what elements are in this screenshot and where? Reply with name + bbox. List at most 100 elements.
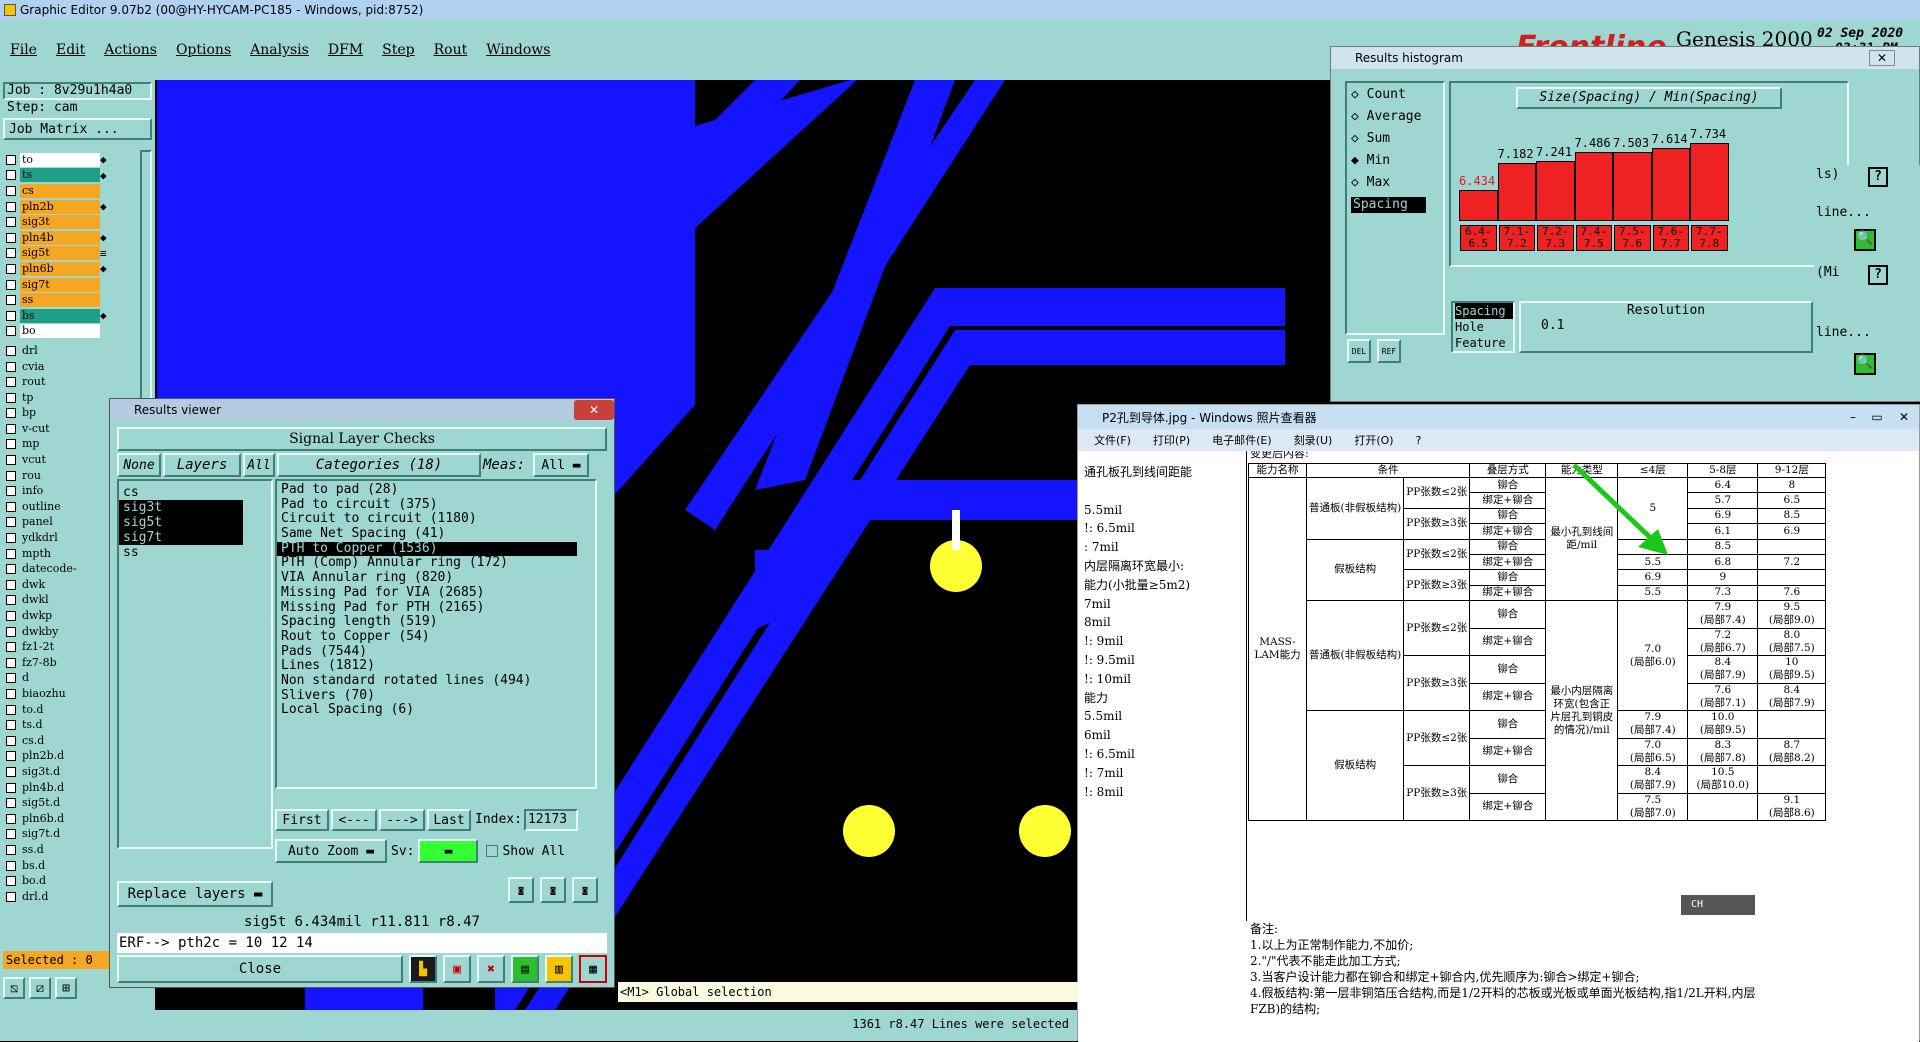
layer-checkbox[interactable] bbox=[6, 688, 16, 699]
prev-button[interactable]: <--- bbox=[331, 809, 377, 831]
menu-options[interactable]: Options bbox=[176, 42, 231, 58]
category-item[interactable]: Same Net Spacing (41) bbox=[277, 526, 577, 542]
layer-name[interactable]: bs.d bbox=[20, 858, 100, 873]
category-item[interactable]: Missing Pad for PTH (2165) bbox=[277, 600, 577, 616]
close-icon[interactable]: ✕ bbox=[1889, 410, 1919, 424]
replace-layers-dropdown[interactable]: Replace layers ▬ bbox=[117, 881, 273, 907]
photo-menu-item[interactable]: 打印(P) bbox=[1153, 432, 1190, 448]
mode-feature[interactable]: Feature bbox=[1455, 335, 1513, 351]
layer-name[interactable]: bo bbox=[20, 324, 100, 339]
layer-name[interactable]: sig3t bbox=[20, 215, 100, 230]
histogram-bar[interactable] bbox=[1574, 152, 1613, 221]
sv-color-dropdown[interactable]: ▬ bbox=[418, 839, 479, 863]
category-item[interactable]: Circuit to circuit (1180) bbox=[277, 512, 577, 527]
close-icon[interactable]: ✕ bbox=[574, 400, 614, 420]
via-pad-2[interactable] bbox=[843, 805, 895, 857]
menu-rout[interactable]: Rout bbox=[434, 42, 468, 58]
menu-windows[interactable]: Windows bbox=[486, 42, 550, 58]
photo-menu-item[interactable]: 打开(O) bbox=[1354, 432, 1393, 448]
layer-checkbox[interactable] bbox=[6, 201, 16, 212]
layer-checkbox[interactable] bbox=[6, 720, 16, 731]
layer-checkbox[interactable] bbox=[6, 486, 16, 497]
category-item[interactable]: VIA Annular ring (820) bbox=[277, 570, 577, 586]
layer-checkbox[interactable] bbox=[6, 595, 16, 606]
layer-name[interactable]: dwkl bbox=[20, 593, 100, 608]
layer-name[interactable]: sig5t.d bbox=[20, 796, 100, 811]
category-item[interactable]: Pad to pad (28) bbox=[277, 482, 577, 498]
layer-name[interactable]: outline bbox=[20, 499, 100, 514]
select-none-button[interactable]: None bbox=[117, 453, 161, 477]
result-layer-item[interactable]: cs bbox=[119, 485, 243, 500]
category-item[interactable]: Slivers (70) bbox=[277, 688, 577, 704]
layer-checkbox[interactable] bbox=[6, 626, 16, 637]
category-item[interactable]: Rout to Copper (54) bbox=[277, 629, 577, 645]
layer-name[interactable]: sig7t bbox=[20, 277, 100, 292]
category-item[interactable]: Pad to circuit (375) bbox=[277, 497, 577, 513]
ref-icon[interactable]: REF bbox=[1377, 339, 1401, 363]
layer-checkbox[interactable] bbox=[6, 263, 16, 274]
layer-checkbox[interactable] bbox=[6, 248, 16, 259]
layer-checkbox[interactable] bbox=[6, 423, 16, 434]
layer-name[interactable]: ss bbox=[20, 293, 100, 308]
layer-row[interactable]: rout bbox=[0, 374, 155, 390]
layer-checkbox[interactable] bbox=[6, 704, 16, 715]
layer-row[interactable]: pln2b ◆ bbox=[0, 199, 155, 215]
layer-checkbox[interactable] bbox=[6, 501, 16, 512]
next-button[interactable]: ---> bbox=[379, 809, 425, 831]
layer-checkbox[interactable] bbox=[6, 829, 16, 840]
layer-checkbox[interactable] bbox=[6, 657, 16, 668]
show-all-checkbox[interactable] bbox=[486, 845, 499, 857]
mode-spacing[interactable]: Spacing bbox=[1455, 303, 1513, 319]
layer-checkbox[interactable] bbox=[6, 860, 16, 871]
layer-name[interactable]: dwkby bbox=[20, 624, 100, 639]
del-icon[interactable]: DEL bbox=[1347, 339, 1371, 363]
histogram-bar[interactable] bbox=[1459, 189, 1498, 221]
layer-checkbox[interactable] bbox=[6, 361, 16, 372]
via-pad-3[interactable] bbox=[1019, 805, 1071, 857]
histogram-bar[interactable] bbox=[1651, 147, 1690, 221]
layer-checkbox[interactable] bbox=[6, 517, 16, 528]
del-icon[interactable]: ◙ bbox=[508, 877, 534, 903]
category-item[interactable]: Lines (1812) bbox=[277, 659, 577, 674]
layer-name[interactable]: pln2b bbox=[20, 199, 100, 214]
aggregate-option[interactable]: ◇ Max bbox=[1351, 175, 1443, 197]
layer-name[interactable]: cs.d bbox=[20, 733, 100, 748]
histogram-layer-item[interactable]: Spacing bbox=[1351, 197, 1426, 213]
layer-name[interactable]: vcut bbox=[20, 453, 100, 468]
layer-name[interactable]: to bbox=[20, 152, 100, 167]
aggregate-option[interactable]: ◆ Min bbox=[1351, 153, 1443, 175]
category-item[interactable]: Pads (7544) bbox=[277, 644, 577, 660]
layer-row[interactable]: ts ◆ bbox=[0, 168, 155, 184]
layer-checkbox[interactable] bbox=[6, 470, 16, 481]
menu-analysis[interactable]: Analysis bbox=[250, 42, 309, 58]
layer-name[interactable]: dwkp bbox=[20, 609, 100, 624]
close-button[interactable]: Close bbox=[117, 955, 403, 983]
first-button[interactable]: First bbox=[275, 809, 329, 831]
radio-icon[interactable]: ◇ bbox=[1351, 131, 1367, 146]
layer-name[interactable]: drl.d bbox=[20, 889, 100, 904]
layer-row[interactable]: cs bbox=[0, 183, 155, 199]
category-list[interactable]: Pad to pad (28) Pad to circuit (375) Circu… bbox=[275, 479, 597, 789]
layer-name[interactable]: sig5t bbox=[20, 246, 100, 261]
layer-row[interactable]: to ◆ bbox=[0, 152, 155, 168]
layer-row[interactable]: sig5t ≡ bbox=[0, 246, 155, 262]
layer-name[interactable]: d bbox=[20, 671, 100, 686]
result-layer-item[interactable]: sig7t bbox=[119, 530, 243, 545]
layer-checkbox[interactable] bbox=[6, 751, 16, 762]
layer-checkbox[interactable] bbox=[6, 170, 16, 181]
layer-name[interactable]: tp bbox=[20, 390, 100, 405]
last-button[interactable]: Last bbox=[427, 809, 471, 831]
minimize-icon[interactable]: – bbox=[1841, 410, 1865, 424]
auto-zoom-dropdown[interactable]: Auto Zoom ▬ bbox=[275, 839, 387, 863]
zoom-icon-2[interactable]: 🔍 bbox=[1854, 353, 1876, 375]
layer-checkbox[interactable] bbox=[6, 439, 16, 450]
layer-checkbox[interactable] bbox=[6, 455, 16, 466]
layer-row[interactable]: sig3t bbox=[0, 214, 155, 230]
menu-dfm[interactable]: DFM bbox=[328, 42, 363, 58]
layer-checkbox[interactable] bbox=[6, 642, 16, 653]
result-layer-list[interactable]: cs sig3t sig5t sig7t ss bbox=[117, 479, 273, 849]
tool-x-icon[interactable]: ✖ bbox=[477, 955, 505, 983]
menu-actions[interactable]: Actions bbox=[104, 42, 157, 58]
category-item[interactable]: Non standard rotated lines (494) bbox=[277, 673, 577, 689]
layer-name[interactable]: ts.d bbox=[20, 718, 100, 733]
